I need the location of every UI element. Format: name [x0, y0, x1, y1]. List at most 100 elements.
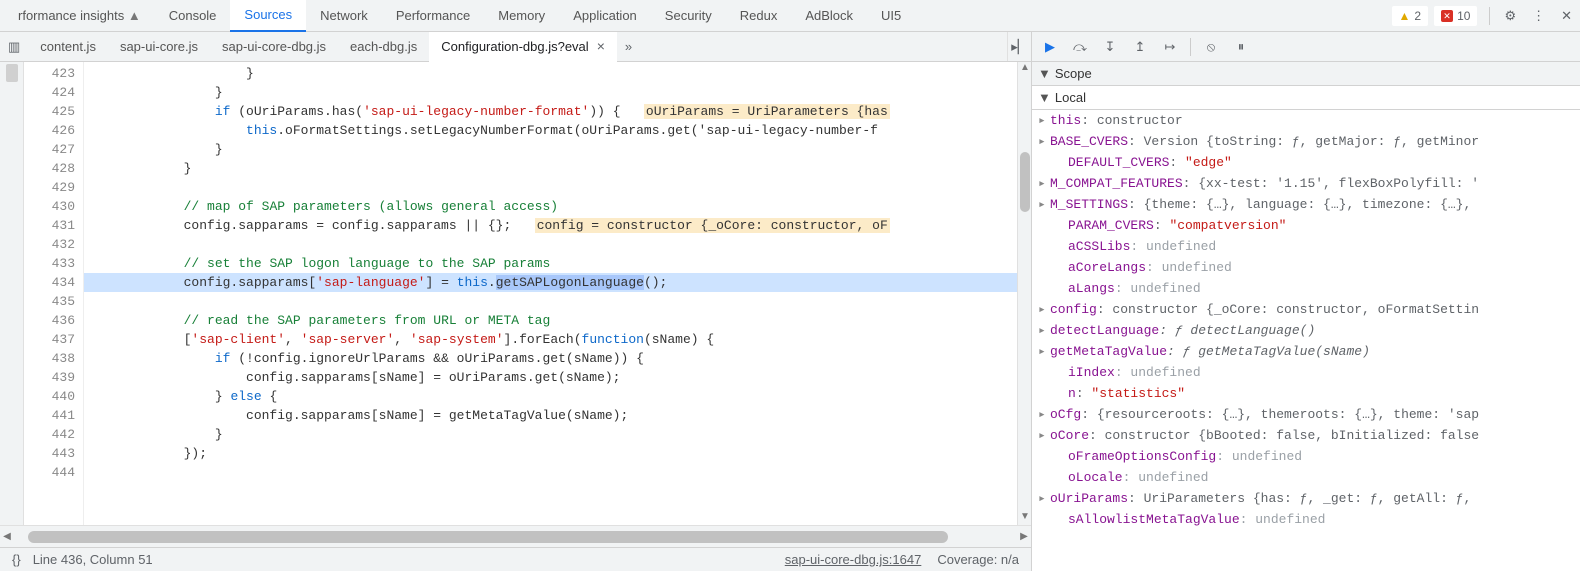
scope-row[interactable]: ▸BASE_CVERS: Version {toString: ƒ, getMa…	[1032, 131, 1580, 152]
scope-row[interactable]: oFrameOptionsConfig: undefined	[1032, 446, 1580, 467]
expand-icon[interactable]: ▸	[1038, 341, 1050, 362]
line-number[interactable]: 439	[24, 368, 75, 387]
line-number[interactable]: 427	[24, 140, 75, 159]
line-number[interactable]: 444	[24, 463, 75, 482]
tab-performance-insights[interactable]: rformance insights ▲	[4, 0, 155, 31]
scope-row[interactable]: ▸M_COMPAT_FEATURES: {xx-test: '1.15', fl…	[1032, 173, 1580, 194]
settings-icon[interactable]: ⚙	[1496, 4, 1524, 28]
scope-row[interactable]: aCSSLibs: undefined	[1032, 236, 1580, 257]
line-number[interactable]: 435	[24, 292, 75, 311]
tab-application[interactable]: Application	[559, 0, 651, 31]
scope-row[interactable]: ▸oCore: constructor {bBooted: false, bIn…	[1032, 425, 1580, 446]
line-number[interactable]: 428	[24, 159, 75, 178]
code-line[interactable]	[84, 178, 1017, 197]
tab-adblock[interactable]: AdBlock	[791, 0, 867, 31]
scroll-right-icon[interactable]: ▶	[1017, 531, 1031, 542]
tab-console[interactable]: Console	[155, 0, 231, 31]
file-tab-sap-ui-core-js[interactable]: sap-ui-core.js	[108, 33, 210, 60]
horizontal-scrollbar[interactable]: ◀ ▶	[0, 525, 1031, 547]
code-line[interactable]: config.sapparams = config.sapparams || {…	[84, 216, 1017, 235]
scope-header[interactable]: ▼ Scope	[1032, 62, 1580, 86]
code-line[interactable]: if (!config.ignoreUrlParams && oUriParam…	[84, 349, 1017, 368]
line-number[interactable]: 426	[24, 121, 75, 140]
line-number[interactable]: 423	[24, 64, 75, 83]
close-tab-icon[interactable]: ×	[597, 38, 605, 54]
tab-network[interactable]: Network	[306, 0, 382, 31]
file-tab-each-dbg-js[interactable]: each-dbg.js	[338, 33, 429, 60]
line-number[interactable]: 431	[24, 216, 75, 235]
pretty-print-icon[interactable]: {}	[12, 552, 21, 567]
code-line[interactable]: config.sapparams[sName] = getMetaTagValu…	[84, 406, 1017, 425]
tab-redux[interactable]: Redux	[726, 0, 792, 31]
step-over-button[interactable]: ⤼	[1066, 35, 1094, 59]
scope-variable-list[interactable]: ▸this: constructor▸BASE_CVERS: Version {…	[1032, 110, 1580, 571]
file-tab-more-icon[interactable]: ▸▏	[1007, 32, 1031, 61]
file-tab-content-js[interactable]: content.js	[28, 33, 108, 60]
code-line[interactable]: ['sap-client', 'sap-server', 'sap-system…	[84, 330, 1017, 349]
scope-row[interactable]: iIndex: undefined	[1032, 362, 1580, 383]
tab-performance[interactable]: Performance	[382, 0, 484, 31]
hscroll-track[interactable]	[28, 530, 1003, 544]
line-number[interactable]: 440	[24, 387, 75, 406]
scroll-left-icon[interactable]: ◀	[0, 531, 14, 542]
code-line[interactable]: }	[84, 425, 1017, 444]
scope-row[interactable]: ▸config: constructor {_oCore: constructo…	[1032, 299, 1580, 320]
code-line[interactable]: config.sapparams['sap-language'] = this.…	[84, 273, 1017, 292]
file-tab-configuration-dbg-js[interactable]: Configuration-dbg.js?eval ×	[429, 32, 617, 62]
scope-row[interactable]: sAllowlistMetaTagValue: undefined	[1032, 509, 1580, 530]
line-number[interactable]: 430	[24, 197, 75, 216]
source-map-link[interactable]: sap-ui-core-dbg.js:1647	[785, 552, 922, 567]
expand-icon[interactable]: ▸	[1038, 320, 1050, 341]
code-line[interactable]: // read the SAP parameters from URL or M…	[84, 311, 1017, 330]
warnings-badge[interactable]: ▲ 2	[1392, 6, 1429, 26]
navigator-toggle-icon[interactable]: ▥	[0, 35, 28, 59]
line-number[interactable]: 441	[24, 406, 75, 425]
code-line[interactable]	[84, 235, 1017, 254]
line-number[interactable]: 442	[24, 425, 75, 444]
step-out-button[interactable]: ↥	[1126, 35, 1154, 59]
tab-sources[interactable]: Sources	[230, 0, 306, 32]
file-tab-overflow-icon[interactable]: »	[617, 35, 640, 58]
kebab-icon[interactable]: ⋮	[1524, 4, 1553, 28]
code-line[interactable]	[84, 463, 1017, 482]
scope-row[interactable]: ▸this: constructor	[1032, 110, 1580, 131]
scope-row[interactable]: oLocale: undefined	[1032, 467, 1580, 488]
pause-exceptions-button[interactable]: ⏸	[1227, 35, 1255, 59]
breakpoint-gutter[interactable]	[0, 62, 24, 525]
expand-icon[interactable]: ▸	[1038, 173, 1050, 194]
expand-icon[interactable]: ▸	[1038, 194, 1050, 215]
file-tab-sap-ui-core-dbg-js[interactable]: sap-ui-core-dbg.js	[210, 33, 338, 60]
scope-row[interactable]: aCoreLangs: undefined	[1032, 257, 1580, 278]
scope-row[interactable]: DEFAULT_CVERS: "edge"	[1032, 152, 1580, 173]
line-number[interactable]: 429	[24, 178, 75, 197]
expand-icon[interactable]: ▸	[1038, 299, 1050, 320]
step-button[interactable]: ↦	[1156, 35, 1184, 59]
code-line[interactable]: }	[84, 159, 1017, 178]
line-number[interactable]: 436	[24, 311, 75, 330]
deactivate-breakpoints-button[interactable]: ⦸	[1197, 35, 1225, 59]
code-content[interactable]: } } if (oUriParams.has('sap-ui-legacy-nu…	[84, 62, 1017, 525]
line-number[interactable]: 434	[24, 273, 75, 292]
step-into-button[interactable]: ↧	[1096, 35, 1124, 59]
line-number[interactable]: 425	[24, 102, 75, 121]
code-line[interactable]: // map of SAP parameters (allows general…	[84, 197, 1017, 216]
expand-icon[interactable]: ▸	[1038, 488, 1050, 509]
scope-row[interactable]: aLangs: undefined	[1032, 278, 1580, 299]
scroll-down-icon[interactable]: ▼	[1018, 511, 1032, 525]
close-devtools-icon[interactable]: ✕	[1553, 4, 1580, 28]
code-line[interactable]: }	[84, 83, 1017, 102]
expand-icon[interactable]: ▸	[1038, 131, 1050, 152]
tab-ui5[interactable]: UI5	[867, 0, 915, 31]
code-editor[interactable]: 4234244254264274284294304314324334344354…	[0, 62, 1031, 525]
code-line[interactable]: // set the SAP logon language to the SAP…	[84, 254, 1017, 273]
line-number[interactable]: 433	[24, 254, 75, 273]
line-number[interactable]: 432	[24, 235, 75, 254]
line-number[interactable]: 443	[24, 444, 75, 463]
code-line[interactable]: } else {	[84, 387, 1017, 406]
resume-button[interactable]: ▶	[1036, 35, 1064, 59]
vertical-scrollbar[interactable]: ▲ ▼	[1017, 62, 1031, 525]
code-line[interactable]: this.oFormatSettings.setLegacyNumberForm…	[84, 121, 1017, 140]
scope-row[interactable]: ▸detectLanguage: ƒ detectLanguage()	[1032, 320, 1580, 341]
line-number[interactable]: 437	[24, 330, 75, 349]
scope-row[interactable]: ▸oCfg: {resourceroots: {…}, themeroots: …	[1032, 404, 1580, 425]
